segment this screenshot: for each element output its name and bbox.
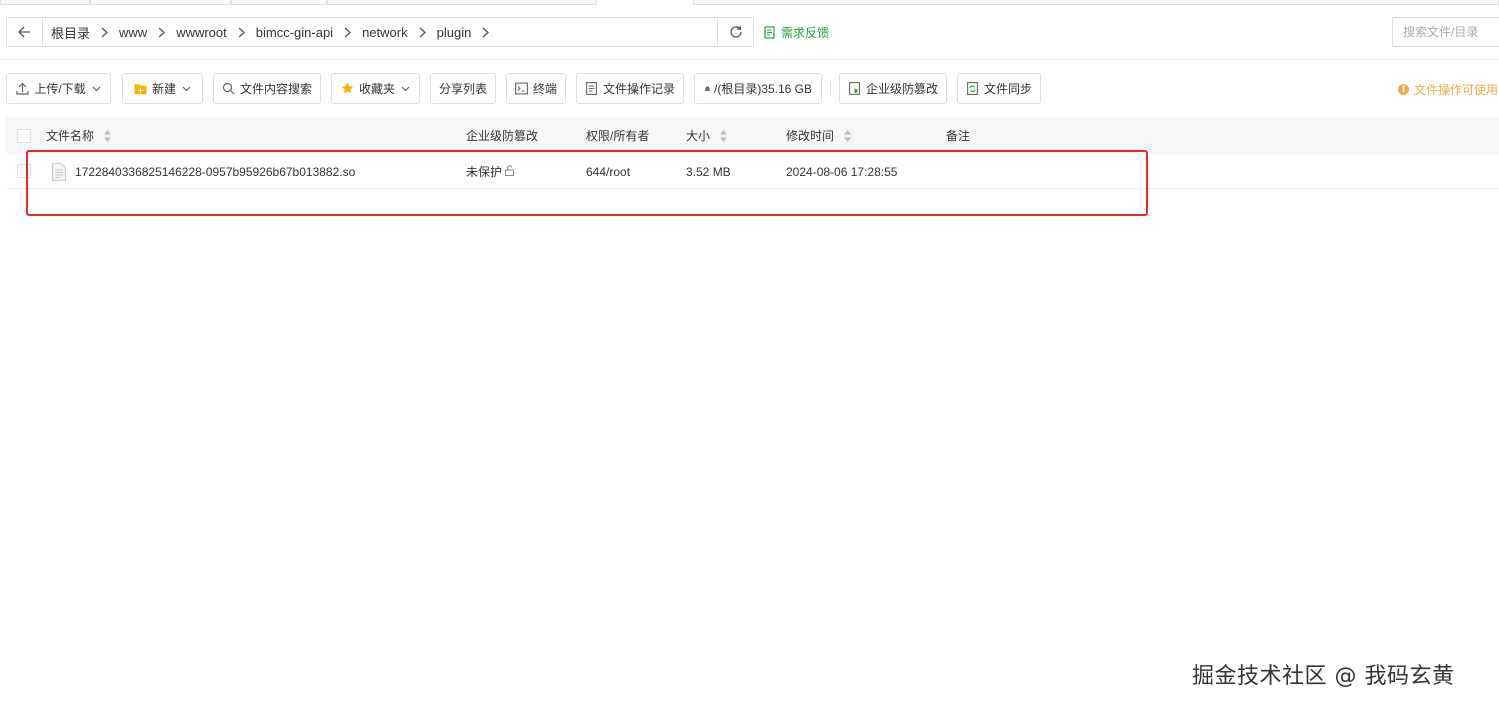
file-icon	[52, 162, 66, 181]
breadcrumb-item[interactable]: 根目录	[51, 23, 90, 42]
sync-icon	[966, 82, 979, 95]
refresh-button[interactable]	[717, 18, 753, 46]
tab[interactable]	[0, 0, 90, 5]
column-header-permission: 权限/所有者	[586, 117, 649, 154]
back-button[interactable]	[7, 18, 43, 46]
sort-icon	[843, 129, 852, 143]
terminal-label: 终端	[532, 82, 557, 96]
favorites-label: 收藏夹	[358, 82, 395, 96]
column-header-modified[interactable]: 修改时间	[786, 117, 852, 154]
protection-cell[interactable]: 未保护	[466, 154, 515, 189]
tamper-proof-label: 企业级防篡改	[865, 82, 938, 96]
column-header-label: 大小	[686, 129, 711, 143]
column-header-name[interactable]: 文件名称	[46, 117, 112, 154]
divider	[0, 59, 1499, 60]
chevron-right-icon	[482, 27, 490, 38]
upload-download-button[interactable]: 上传/下载	[6, 73, 111, 104]
modified-cell: 2024-08-06 17:28:55	[786, 154, 897, 189]
tab-strip	[0, 0, 1499, 5]
chevron-right-icon	[158, 27, 166, 38]
operation-log-label: 文件操作记录	[602, 82, 675, 96]
terminal-icon	[515, 82, 528, 95]
breadcrumb-item[interactable]: wwwroot	[176, 25, 227, 40]
column-header-protection: 企业级防篡改	[466, 117, 538, 154]
share-list-button[interactable]: 分享列表	[430, 73, 496, 104]
file-sync-label: 文件同步	[983, 82, 1032, 96]
feedback-label: 需求反馈	[781, 26, 830, 40]
disk-button[interactable]: /(根目录)35.16 GB	[694, 73, 822, 104]
info-icon: !	[1398, 84, 1409, 95]
disk-icon	[704, 85, 711, 92]
notice[interactable]: ! 文件操作可使用	[1398, 81, 1498, 98]
upload-download-label: 上传/下载	[34, 82, 86, 96]
tab[interactable]	[693, 0, 1499, 5]
breadcrumb-item[interactable]: bimcc-gin-api	[256, 25, 333, 40]
table-row[interactable]: 1722840336825146228-0957b95926b67b013882…	[6, 154, 1499, 189]
permission-cell[interactable]: 644/root	[586, 154, 630, 189]
chevron-right-icon	[101, 27, 108, 38]
breadcrumb-item[interactable]: www	[119, 25, 147, 40]
tab[interactable]	[231, 0, 327, 5]
breadcrumb-item[interactable]: plugin	[437, 25, 472, 40]
select-all-checkbox[interactable]	[17, 129, 31, 143]
operation-log-button[interactable]: 文件操作记录	[576, 73, 684, 104]
column-header-label: 文件名称	[46, 129, 95, 143]
unlock-icon	[502, 164, 515, 179]
chevron-right-icon	[238, 27, 245, 38]
new-button[interactable]: 新建	[122, 73, 203, 104]
size-cell: 3.52 MB	[686, 154, 731, 189]
notice-text: 文件操作可使用	[1414, 83, 1499, 97]
column-header-label: 企业级防篡改	[466, 129, 539, 143]
shield-document-icon	[848, 82, 861, 95]
chevron-down-icon	[92, 86, 101, 92]
file-sync-button[interactable]: 文件同步	[957, 73, 1041, 104]
size-value: 3.52 MB	[686, 164, 731, 179]
breadcrumb-item[interactable]: network	[362, 25, 408, 40]
tamper-proof-button[interactable]: 企业级防篡改	[839, 73, 947, 104]
refresh-icon	[729, 26, 742, 38]
modified-value: 2024-08-06 17:28:55	[786, 164, 898, 179]
column-header-label: 权限/所有者	[586, 129, 650, 143]
feedback-icon	[764, 26, 775, 39]
chevron-down-icon	[182, 86, 191, 92]
share-list-label: 分享列表	[438, 82, 487, 96]
document-icon	[585, 82, 598, 95]
arrow-left-icon	[18, 26, 30, 38]
column-header-label: 修改时间	[786, 129, 835, 143]
star-icon	[341, 82, 354, 95]
chevron-right-icon	[419, 27, 426, 38]
watermark: 掘金技术社区 @ 我码玄黄	[1192, 664, 1455, 689]
toolbar-separator	[830, 82, 831, 96]
address-bar: 根目录 www wwwroot bimcc-gin-api network pl…	[6, 17, 754, 47]
favorites-button[interactable]: 收藏夹	[331, 73, 420, 104]
sort-icon	[103, 129, 112, 143]
row-checkbox[interactable]	[17, 164, 31, 178]
column-header-size[interactable]: 大小	[686, 117, 728, 154]
upload-icon	[16, 82, 29, 95]
permission-value: 644/root	[586, 164, 631, 179]
sort-icon	[719, 129, 728, 143]
file-name-cell[interactable]: 1722840336825146228-0957b95926b67b013882…	[52, 154, 355, 189]
feedback-link[interactable]: 需求反馈	[764, 24, 829, 41]
terminal-button[interactable]: 终端	[506, 73, 566, 104]
column-header-label: 备注	[946, 129, 971, 143]
table-header: 文件名称 企业级防篡改 权限/所有者 大小 修改时间 备注	[6, 117, 1499, 154]
content-search-label: 文件内容搜索	[239, 82, 312, 96]
search-icon	[222, 82, 235, 95]
folder-icon	[134, 82, 147, 95]
content-search-button[interactable]: 文件内容搜索	[213, 73, 321, 104]
new-label: 新建	[151, 82, 176, 96]
protection-status: 未保护	[466, 165, 503, 179]
file-name: 1722840336825146228-0957b95926b67b013882…	[75, 164, 356, 179]
chevron-down-icon	[401, 86, 410, 92]
tab[interactable]	[327, 0, 597, 5]
file-search-input[interactable]	[1392, 17, 1499, 47]
chevron-right-icon	[344, 27, 352, 38]
tab[interactable]	[90, 0, 231, 5]
disk-label: /(根目录)35.16 GB	[713, 82, 813, 96]
breadcrumb: 根目录 www wwwroot bimcc-gin-api network pl…	[43, 18, 717, 46]
column-header-note: 备注	[946, 117, 970, 154]
